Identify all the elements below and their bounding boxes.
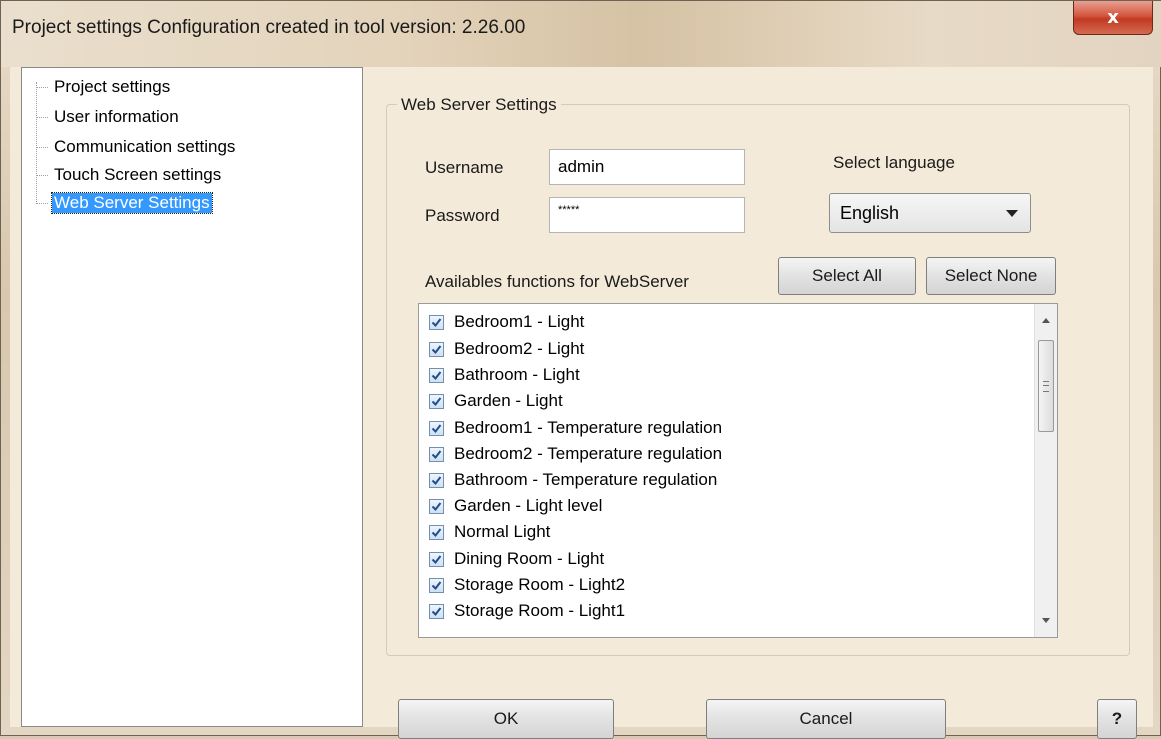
- tree-item-label: Touch Screen settings: [54, 165, 222, 184]
- function-label: Bathroom - Light: [454, 365, 580, 384]
- function-label: Bedroom1 - Light: [454, 312, 585, 331]
- check-icon: [431, 475, 442, 485]
- checkbox[interactable]: [429, 393, 444, 409]
- chevron-down-icon: [1006, 210, 1018, 217]
- check-icon: [431, 580, 442, 590]
- function-label: Bedroom2 - Temperature regulation: [454, 444, 723, 463]
- list-item[interactable]: Normal Light: [429, 519, 550, 545]
- function-label: Storage Room - Light1: [454, 601, 626, 620]
- function-label: Bedroom2 - Light: [454, 339, 585, 358]
- checkbox[interactable]: [429, 341, 444, 357]
- list-item[interactable]: Storage Room - Light2: [429, 572, 625, 598]
- group-title: Web Server Settings: [397, 95, 561, 115]
- function-label: Storage Room - Light2: [454, 575, 626, 594]
- check-icon: [431, 554, 442, 564]
- tree-item-label: Communication settings: [54, 137, 236, 156]
- cancel-button[interactable]: Cancel: [706, 699, 946, 739]
- checkbox[interactable]: [429, 446, 444, 462]
- tree-item-label: User information: [54, 107, 179, 126]
- list-scrollbar[interactable]: [1034, 304, 1057, 637]
- tree-item-label: Web Server Settings: [51, 192, 213, 214]
- language-label: Select language: [833, 153, 955, 172]
- title-bar: Project settings Configuration created i…: [1, 1, 1161, 67]
- scrollbar-thumb[interactable]: [1038, 340, 1054, 432]
- list-item[interactable]: Garden - Light: [429, 388, 563, 414]
- function-label: Normal Light: [454, 522, 551, 541]
- check-icon: [431, 449, 442, 459]
- check-icon: [431, 317, 442, 327]
- tree-branch-line: [36, 202, 48, 204]
- list-item[interactable]: Storage Room - Light1: [429, 598, 625, 624]
- tree-branch-line: [36, 146, 48, 148]
- function-label: Garden - Light: [454, 391, 563, 410]
- tree-branch-line: [36, 116, 48, 118]
- function-label: Bedroom1 - Temperature regulation: [454, 418, 723, 437]
- help-button[interactable]: ?: [1097, 699, 1137, 739]
- tree-branch-line: [36, 86, 48, 88]
- check-icon: [431, 606, 442, 616]
- check-icon: [431, 344, 442, 354]
- functions-label: Availables functions for WebServer: [425, 272, 689, 291]
- checkbox[interactable]: [429, 551, 444, 567]
- list-item[interactable]: Bedroom2 - Light: [429, 336, 584, 362]
- select-none-button[interactable]: Select None: [926, 257, 1056, 295]
- checkbox[interactable]: [429, 498, 444, 514]
- password-label: Password: [425, 206, 500, 225]
- list-item[interactable]: Garden - Light level: [429, 493, 602, 519]
- check-icon: [431, 423, 442, 433]
- check-icon: [431, 396, 442, 406]
- tree-item-label: Project settings: [54, 77, 171, 96]
- check-icon: [431, 370, 442, 380]
- list-item[interactable]: Bedroom2 - Temperature regulation: [429, 441, 722, 467]
- ok-button[interactable]: OK: [398, 699, 614, 739]
- function-label: Dining Room - Light: [454, 549, 605, 568]
- grip-icon: [1043, 381, 1049, 392]
- language-select[interactable]: English: [829, 193, 1031, 233]
- checkbox[interactable]: [429, 367, 444, 383]
- checkbox[interactable]: [429, 314, 444, 330]
- list-item[interactable]: Dining Room - Light: [429, 546, 604, 572]
- select-all-button[interactable]: Select All: [778, 257, 916, 295]
- password-field[interactable]: *****: [549, 197, 745, 233]
- tree-item-communication-settings[interactable]: Communication settings: [36, 136, 237, 158]
- check-icon: [431, 501, 442, 511]
- username-label: Username: [425, 158, 504, 177]
- function-label: Garden - Light level: [454, 496, 603, 515]
- scroll-up-icon[interactable]: [1042, 318, 1050, 323]
- list-item[interactable]: Bedroom1 - Temperature regulation: [429, 415, 722, 441]
- checkbox[interactable]: [429, 472, 444, 488]
- checkbox[interactable]: [429, 603, 444, 619]
- tree-item-touch-screen-settings[interactable]: Touch Screen settings: [36, 164, 223, 186]
- tree-item-project-settings[interactable]: Project settings: [36, 76, 172, 98]
- close-button[interactable]: x: [1073, 1, 1153, 35]
- username-field[interactable]: admin: [549, 149, 745, 185]
- list-item[interactable]: Bathroom - Light: [429, 362, 580, 388]
- checkbox[interactable]: [429, 420, 444, 436]
- checkbox[interactable]: [429, 577, 444, 593]
- check-icon: [431, 527, 442, 537]
- checkbox[interactable]: [429, 524, 444, 540]
- functions-list[interactable]: Bedroom1 - Light Bedroom2 - Light Bathro…: [418, 303, 1058, 638]
- language-value: English: [840, 202, 900, 223]
- list-item[interactable]: Bedroom1 - Light: [429, 309, 584, 335]
- tree-item-web-server-settings[interactable]: Web Server Settings: [36, 192, 213, 214]
- window-title: Project settings Configuration created i…: [12, 17, 526, 38]
- list-item[interactable]: Bathroom - Temperature regulation: [429, 467, 717, 493]
- function-label: Bathroom - Temperature regulation: [454, 470, 718, 489]
- scroll-down-icon[interactable]: [1042, 618, 1050, 623]
- close-icon: x: [1107, 7, 1119, 28]
- tree-item-user-information[interactable]: User information: [36, 106, 181, 128]
- tree-branch-line: [36, 174, 48, 176]
- settings-tree[interactable]: Project settings User information Commun…: [21, 67, 363, 727]
